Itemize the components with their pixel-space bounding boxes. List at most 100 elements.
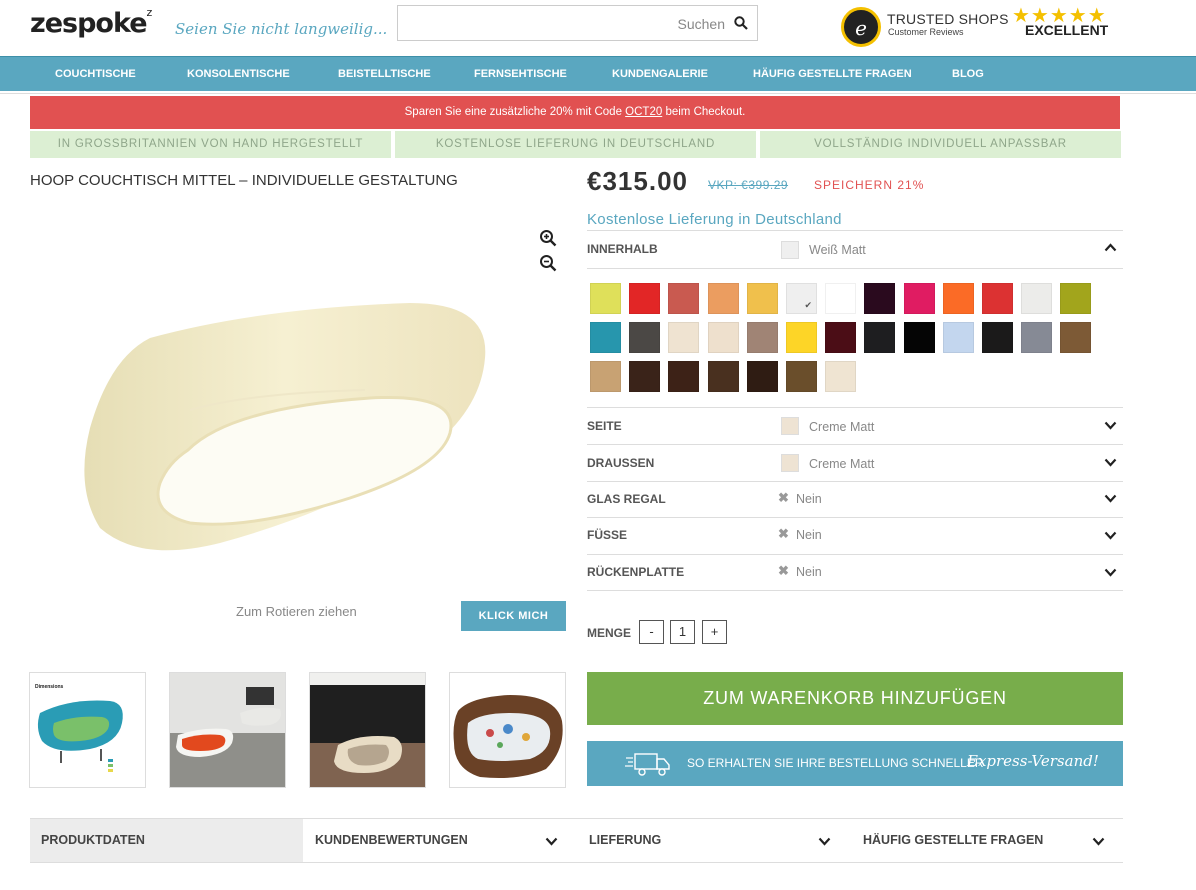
nav-konsolentische[interactable]: KONSOLENTISCHE (187, 68, 290, 80)
nav-blog[interactable]: BLOG (952, 68, 984, 80)
thumbnail-world-map[interactable] (449, 672, 566, 788)
tab-produktdaten[interactable]: PRODUKTDATEN (30, 819, 303, 862)
color-swatch[interactable] (590, 322, 621, 353)
tab-kundenbewertungen[interactable]: KUNDENBEWERTUNGEN (304, 819, 577, 862)
color-swatch[interactable] (942, 283, 974, 314)
option-value-seite: Creme Matt (809, 420, 875, 434)
color-swatch[interactable] (864, 283, 896, 314)
click-me-button[interactable]: KLICK MICH (461, 601, 566, 631)
usp-handmade: IN GROSSBRITANNIEN VON HAND HERGESTELLT (30, 131, 391, 158)
color-swatch[interactable] (864, 322, 896, 353)
option-label-fuesse: FÜSSE (587, 528, 628, 542)
color-swatch[interactable] (903, 322, 935, 353)
chevron-down-icon[interactable] (1104, 568, 1117, 577)
logo[interactable]: zespokez (30, 6, 152, 39)
search-icon[interactable] (734, 16, 748, 30)
color-swatch[interactable] (1060, 283, 1092, 314)
chevron-down-icon[interactable] (1104, 494, 1117, 503)
color-swatch[interactable] (629, 361, 661, 392)
color-swatch[interactable] (707, 361, 739, 392)
option-label-seite: SEITE (587, 419, 622, 433)
thumbnail-dimensions[interactable]: Dimensions (29, 672, 146, 788)
color-swatch[interactable] (746, 361, 778, 392)
color-swatch[interactable] (668, 361, 700, 392)
nav-faq[interactable]: HÄUFIG GESTELLTE FRAGEN (753, 68, 912, 80)
color-swatch[interactable] (982, 283, 1013, 314)
quantity-minus-button[interactable]: - (639, 620, 664, 644)
divider (587, 407, 1123, 408)
color-swatch[interactable] (1021, 283, 1053, 314)
main-nav: COUCHTISCHE KONSOLENTISCHE BEISTELLTISCH… (0, 56, 1196, 91)
option-value-fuesse: Nein (796, 528, 822, 542)
product-3d-viewer[interactable] (80, 298, 490, 553)
trusted-shops-seal-letter: e (855, 16, 867, 40)
add-to-cart-button[interactable]: ZUM WARENKORB HINZUFÜGEN (587, 672, 1123, 725)
color-swatch[interactable] (1021, 322, 1053, 353)
cross-icon: ✖ (778, 526, 789, 541)
free-delivery-text: Kostenlose Lieferung in Deutschland (587, 211, 842, 228)
world-map-photo (453, 695, 563, 778)
rrp-price: VKP: €399.29 (708, 178, 789, 192)
tab-faq[interactable]: HÄUFIG GESTELLTE FRAGEN (852, 819, 1123, 862)
search-box[interactable]: Suchen (397, 5, 758, 41)
divider (587, 590, 1123, 591)
search-placeholder: Suchen (677, 16, 725, 32)
nav-couchtische[interactable]: COUCHTISCHE (55, 68, 136, 80)
tab-label: HÄUFIG GESTELLTE FRAGEN (863, 833, 1044, 847)
dimensions-diagram: Dimensions (30, 673, 145, 787)
color-swatch[interactable] (825, 361, 857, 392)
trusted-shops-seal-icon[interactable]: e (841, 7, 881, 47)
chevron-down-icon[interactable] (1104, 421, 1117, 430)
thumbnail-room-red[interactable] (169, 672, 286, 788)
color-swatch[interactable] (942, 322, 974, 353)
color-swatch[interactable] (629, 283, 661, 314)
option-label-glas-regal: GLAS REGAL (587, 492, 666, 506)
product-tabs: PRODUKTDATEN KUNDENBEWERTUNGEN LIEFERUNG… (30, 818, 1123, 863)
chevron-down-icon (818, 837, 831, 846)
zoom-out-icon[interactable] (539, 254, 557, 272)
color-swatch[interactable] (590, 283, 621, 314)
color-swatch[interactable] (746, 283, 778, 314)
tagline: Seien Sie nicht langweilig... (175, 20, 388, 38)
option-value-draussen: Creme Matt (809, 457, 875, 471)
tab-lieferung[interactable]: LIEFERUNG (578, 819, 851, 862)
express-script: Express-Versand! (967, 752, 1099, 770)
divider (587, 517, 1123, 518)
nav-beistelltische[interactable]: BEISTELLTISCHE (338, 68, 431, 80)
chevron-up-icon[interactable] (1104, 243, 1117, 252)
color-swatch[interactable] (1060, 322, 1092, 353)
thumbnail-dimensions-label: Dimensions (35, 684, 64, 690)
tab-label: PRODUKTDATEN (41, 833, 145, 847)
chevron-down-icon[interactable] (1104, 458, 1117, 467)
zoom-in-icon[interactable] (539, 229, 557, 247)
quantity-input[interactable]: 1 (670, 620, 695, 644)
color-swatch[interactable] (825, 283, 857, 314)
product-title: HOOP COUCHTISCH MITTEL – INDIVIDUELLE GE… (30, 172, 458, 189)
thumbnail-sofa[interactable] (309, 672, 426, 788)
color-swatch[interactable] (707, 283, 739, 314)
color-swatch[interactable] (590, 361, 621, 392)
promo-code[interactable]: OCT20 (625, 106, 662, 118)
express-shipping-banner[interactable]: SO ERHALTEN SIE IHRE BESTELLUNG SCHNELLE… (587, 741, 1123, 786)
color-swatch[interactable] (707, 322, 739, 353)
color-swatch[interactable] (825, 322, 857, 353)
usp-customizable: VOLLSTÄNDIG INDIVIDUELL ANPASSBAR (760, 131, 1121, 158)
sofa-photo (310, 673, 425, 787)
color-swatch[interactable] (668, 322, 700, 353)
chevron-down-icon[interactable] (1104, 531, 1117, 540)
nav-kundengalerie[interactable]: KUNDENGALERIE (612, 68, 708, 80)
color-swatch[interactable] (629, 322, 661, 353)
color-swatch[interactable] (903, 283, 935, 314)
color-swatch[interactable] (786, 283, 817, 314)
nav-fernsehtische[interactable]: FERNSEHTISCHE (474, 68, 567, 80)
option-value-innerhalb: Weiß Matt (809, 243, 866, 257)
quantity-plus-button[interactable]: + (702, 620, 727, 644)
trusted-shops-title: TRUSTED SHOPS (887, 11, 1009, 27)
color-swatch[interactable] (786, 322, 817, 353)
color-swatch[interactable] (746, 322, 778, 353)
express-text: SO ERHALTEN SIE IHRE BESTELLUNG SCHNELLE… (687, 756, 984, 770)
color-swatch[interactable] (786, 361, 817, 392)
tab-label: LIEFERUNG (589, 833, 662, 847)
color-swatch[interactable] (982, 322, 1013, 353)
color-swatch[interactable] (668, 283, 700, 314)
